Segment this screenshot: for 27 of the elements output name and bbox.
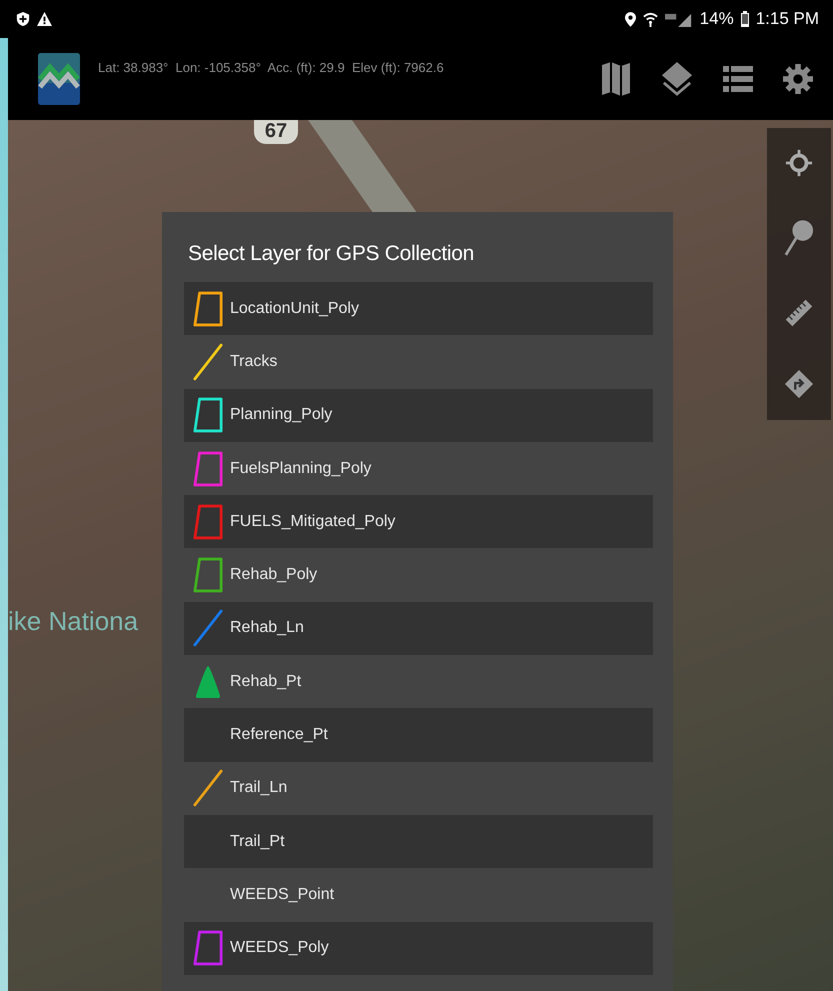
search-icon[interactable] — [784, 219, 814, 257]
battery-percent: 14% — [700, 9, 734, 29]
location-pin-icon — [624, 12, 636, 26]
battery-icon — [740, 11, 749, 27]
layer-list-item[interactable]: Planning_Poly — [184, 388, 653, 442]
map-place-label: ike Nationa — [8, 606, 138, 637]
layer-list-item[interactable]: Trail_Pt — [184, 814, 653, 868]
layer-list-item[interactable]: Rehab_Ln — [184, 602, 653, 656]
crosshair-icon[interactable] — [785, 149, 813, 177]
shield-icon — [16, 11, 30, 27]
signal-icon — [664, 12, 693, 26]
layer-list-item[interactable]: Reference_Pt — [184, 708, 653, 762]
dialog-title: Select Layer for GPS Collection — [188, 242, 476, 266]
map-icon[interactable] — [601, 62, 631, 96]
layers-icon[interactable] — [661, 62, 693, 96]
list-icon[interactable] — [723, 66, 753, 92]
wifi-icon — [642, 12, 658, 26]
warning-icon — [37, 12, 52, 26]
layer-list-item[interactable]: LocationUnit_Poly — [184, 282, 653, 336]
gps-readout: Lat: 38.983° Lon: -105.358° Acc. (ft): 29.9 Elev (ft): 7962.6 — [98, 60, 444, 75]
app-logo-icon — [38, 53, 80, 105]
route-shield: 67 — [254, 120, 298, 144]
directions-icon[interactable] — [784, 369, 814, 399]
layer-list-item[interactable]: WEEDS_Poly — [184, 922, 653, 975]
satellite-map[interactable] — [8, 120, 833, 991]
layer-list-item[interactable]: FUELS_Mitigated_Poly — [184, 495, 653, 548]
clock-time: 1:15 PM — [756, 9, 819, 29]
